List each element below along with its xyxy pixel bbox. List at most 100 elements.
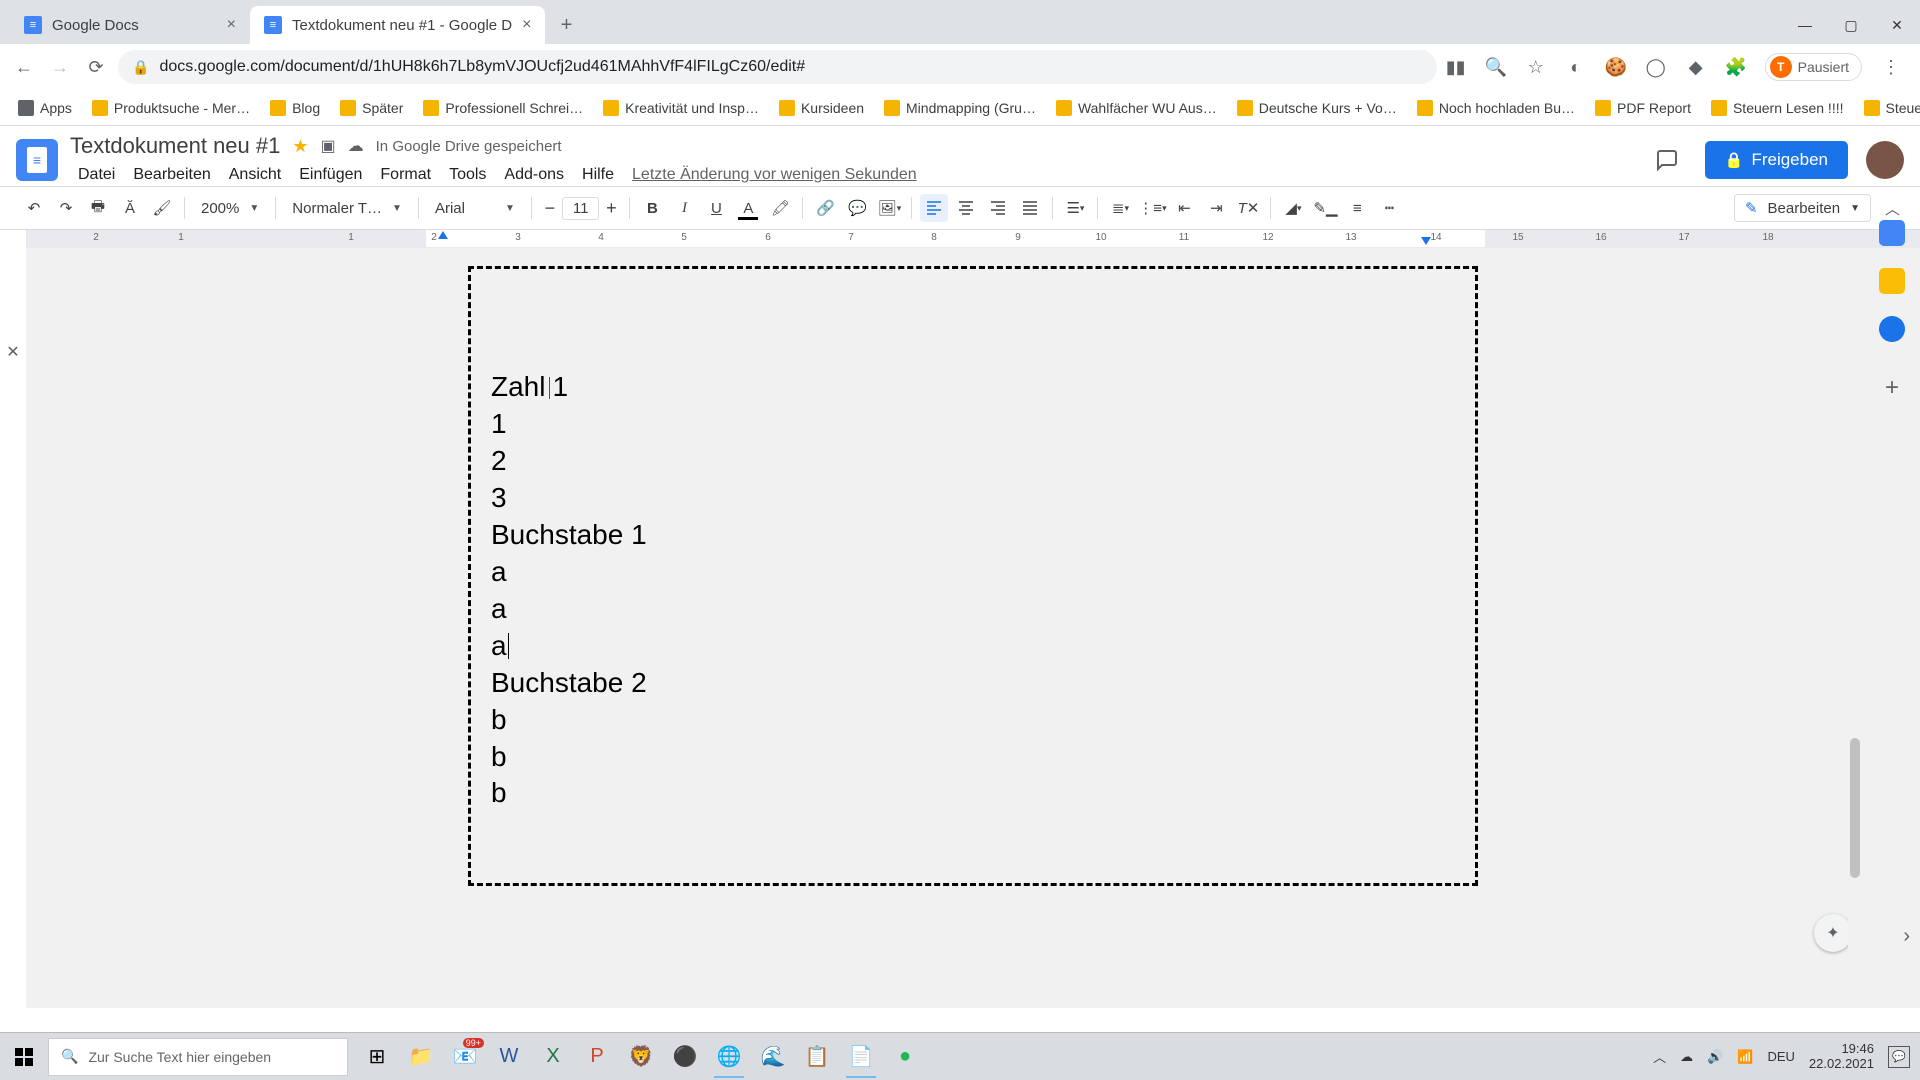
bookmark-item[interactable]: Blog [262,96,328,120]
text-line[interactable]: b [489,775,1457,812]
paint-format-button[interactable]: 🖌 [148,194,176,222]
menu-view[interactable]: Ansicht [221,163,289,187]
text-line[interactable]: a [489,554,1457,591]
text-line[interactable]: Zahl1 [489,369,1457,406]
bookmark-item[interactable]: Steuern Videos wic… [1856,96,1920,120]
border-color-button[interactable]: ✎▁ [1311,194,1339,222]
language-indicator[interactable]: DEU [1767,1049,1794,1064]
font-select[interactable]: Arial▼ [427,200,523,217]
text-line[interactable]: 3 [489,480,1457,517]
profile-paused-pill[interactable]: T Pausiert [1765,53,1862,81]
extension-blocked-icon[interactable]: 🍪 [1605,56,1627,78]
taskbar-search[interactable]: 🔍 Zur Suche Text hier eingeben [48,1038,348,1076]
menu-file[interactable]: Datei [70,163,123,187]
zoom-icon[interactable]: 🔍 [1485,56,1507,78]
onedrive-icon[interactable]: ☁ [1680,1049,1693,1065]
scrollbar-thumb[interactable] [1850,738,1860,878]
page[interactable]: Zahl1 1 2 3 Buchstabe 1 a a a Buchstabe … [468,266,1478,886]
align-left-button[interactable] [920,194,948,222]
clear-formatting-button[interactable]: T✕ [1234,194,1262,222]
bookmark-item[interactable]: Produktsuche - Mer… [84,96,258,120]
border-width-button[interactable]: ≡ [1343,194,1371,222]
tasks-icon[interactable] [1879,316,1905,342]
insert-comment-button[interactable]: 💬 [843,194,871,222]
bookmark-item[interactable]: Kreativität und Insp… [595,96,767,120]
text-line[interactable]: 2 [489,443,1457,480]
font-size-decrease[interactable]: − [540,198,560,219]
align-right-button[interactable] [984,194,1012,222]
indent-left-marker[interactable] [438,231,448,239]
close-tab-icon[interactable]: × [227,16,236,34]
text-line[interactable]: b [489,702,1457,739]
align-center-button[interactable] [952,194,980,222]
redo-button[interactable]: ↷ [52,194,80,222]
minimize-button[interactable]: — [1782,6,1828,44]
text-line[interactable]: b [489,739,1457,776]
bookmark-item[interactable]: Deutsche Kurs + Vo… [1229,96,1405,120]
back-button[interactable]: ← [10,53,38,81]
text-line[interactable]: a [489,591,1457,628]
browser-tab-0[interactable]: Google Docs × [10,6,250,44]
extensions-icon[interactable]: 🧩 [1725,56,1747,78]
align-justify-button[interactable] [1016,194,1044,222]
bookmark-item[interactable]: Kursideen [771,96,872,120]
menu-tools[interactable]: Tools [441,163,494,187]
comments-button[interactable] [1647,140,1687,180]
bookmark-item[interactable]: Noch hochladen Bu… [1409,96,1583,120]
bookmark-apps[interactable]: Apps [10,96,80,120]
spotify-icon[interactable]: ● [884,1036,926,1078]
excel-icon[interactable]: X [532,1036,574,1078]
url-input[interactable]: 🔒 docs.google.com/document/d/1hUH8k6h7Lb… [118,50,1437,84]
account-avatar[interactable] [1866,141,1904,179]
powerpoint-icon[interactable]: P [576,1036,618,1078]
text-line[interactable]: a [489,628,1457,665]
outline-close-button[interactable]: ✕ [0,230,26,1008]
kebab-menu-icon[interactable]: ⋮ [1880,56,1902,78]
menu-insert[interactable]: Einfügen [291,163,370,187]
text-line[interactable]: 1 [489,406,1457,443]
edge-icon[interactable]: 🌊 [752,1036,794,1078]
increase-indent-button[interactable]: ⇥ [1202,194,1230,222]
text-color-button[interactable]: A [734,194,762,222]
horizontal-ruler[interactable]: 2 1 1 2 3 4 5 6 7 8 9 10 11 12 13 [26,230,1920,248]
spellcheck-button[interactable]: Ă [116,194,144,222]
vertical-scrollbar[interactable] [1848,598,1862,998]
task-view-icon[interactable]: ⊞ [356,1036,398,1078]
mail-icon[interactable]: 📧99+ [444,1036,486,1078]
forward-button[interactable]: → [46,53,74,81]
volume-icon[interactable]: 🔊 [1707,1049,1723,1065]
menu-format[interactable]: Format [372,163,439,187]
highlight-button[interactable]: 🖍 [766,194,794,222]
star-bookmark-icon[interactable]: ☆ [1525,56,1547,78]
keep-icon[interactable] [1879,268,1905,294]
close-tab-icon[interactable]: × [522,16,531,34]
border-dash-button[interactable]: ┅ [1375,194,1403,222]
tray-chevron-icon[interactable]: ︿ [1653,1047,1666,1066]
side-panel-toggle[interactable]: › [1903,925,1910,948]
app-icon[interactable]: 🦁 [620,1036,662,1078]
print-button[interactable]: 🖶 [84,194,112,222]
notepad-icon[interactable]: 📄 [840,1036,882,1078]
obs-icon[interactable]: ⚫ [664,1036,706,1078]
file-explorer-icon[interactable]: 📁 [400,1036,442,1078]
paragraph-style-select[interactable]: Normaler T…▼ [284,200,410,217]
document-title[interactable]: Textdokument neu #1 [70,133,280,159]
editing-mode-select[interactable]: Bearbeiten ▼ [1734,194,1871,222]
camera-icon[interactable]: ▮▮ [1445,56,1467,78]
word-icon[interactable]: W [488,1036,530,1078]
undo-button[interactable]: ↶ [20,194,48,222]
move-icon[interactable]: ▣ [321,136,336,156]
underline-button[interactable]: U [702,194,730,222]
explore-button[interactable]: ✦ [1814,914,1852,952]
clock[interactable]: 19:46 22.02.2021 [1809,1042,1874,1072]
network-icon[interactable]: 📶 [1737,1049,1753,1065]
bookmark-item[interactable]: Steuern Lesen !!!! [1703,96,1852,120]
bookmark-item[interactable]: PDF Report [1587,96,1699,120]
insert-image-button[interactable]: 🖼▾ [875,194,903,222]
new-tab-button[interactable]: + [551,10,581,40]
decrease-indent-button[interactable]: ⇤ [1170,194,1198,222]
extension3-icon[interactable]: ◆ [1685,56,1707,78]
bookmark-item[interactable]: Mindmapping (Gru… [876,96,1044,120]
last-change-link[interactable]: Letzte Änderung vor wenigen Sekunden [624,163,925,187]
reload-button[interactable]: ⟳ [82,53,110,81]
